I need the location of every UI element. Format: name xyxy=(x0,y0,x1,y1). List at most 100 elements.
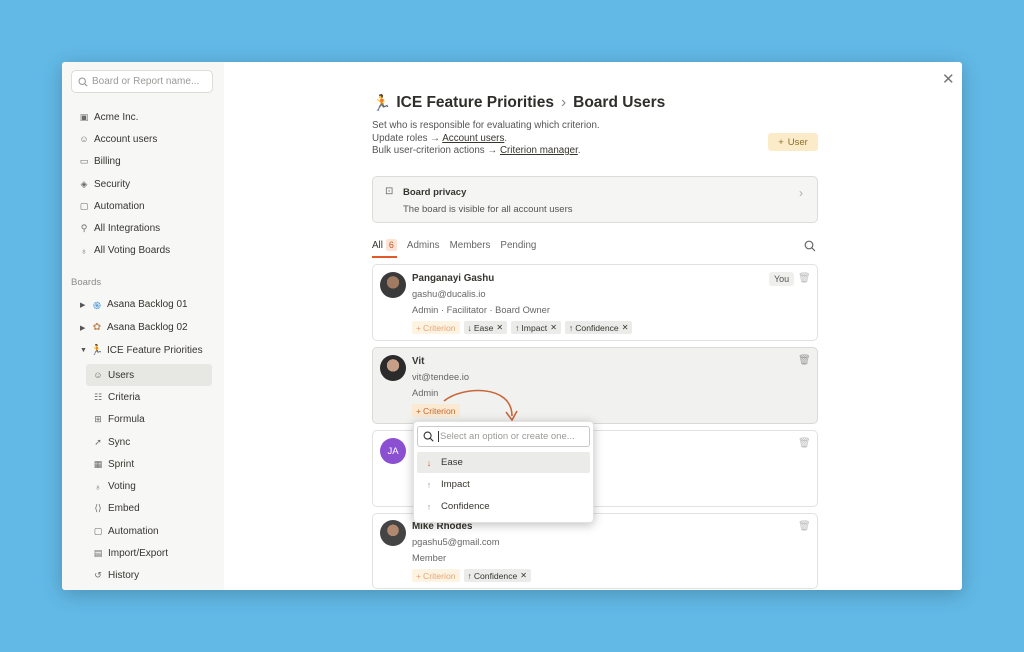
close-icon[interactable]: ✕ xyxy=(942,70,955,88)
arrow-up-icon: ↑ xyxy=(515,322,520,333)
remove-icon[interactable]: ✕ xyxy=(520,571,527,580)
board-item-asana-02[interactable]: ▶ ✿ Asana Backlog 02 xyxy=(62,316,224,339)
collapse-triangle-icon[interactable]: ▼ xyxy=(80,347,90,354)
subnav-formula[interactable]: ⊞ Formula xyxy=(62,409,224,431)
privacy-title: Board privacy xyxy=(403,187,467,198)
trash-icon[interactable]: 🗑 xyxy=(798,521,811,532)
formula-icon: ⊞ xyxy=(94,414,102,425)
add-criterion-button[interactable]: + Criterion xyxy=(412,321,460,334)
bulb-icon: ♁ xyxy=(94,481,102,492)
user-name: Panganayi Gashu xyxy=(412,273,495,284)
arrow-down-icon: ↓ xyxy=(467,322,472,333)
criterion-search-input[interactable]: Select an option or create one... xyxy=(417,426,590,447)
criteria-tags: + Criterion ↓ Ease ✕ ↑ Impact ✕ ↑ Confidence ✕ xyxy=(412,321,636,334)
sidebar-item-all-integrations[interactable]: ⚲ All Integrations xyxy=(62,217,224,239)
criterion-tag-impact: ↑ Impact ✕ xyxy=(511,321,561,334)
sidebar-item-security[interactable]: ◈ Security xyxy=(62,173,224,195)
card-icon: ▭ xyxy=(79,156,89,167)
subnav-sync[interactable]: ➚ Sync xyxy=(62,431,224,453)
expand-triangle-icon[interactable]: ▶ xyxy=(80,301,90,309)
board-item-ice-feature-priorities[interactable]: ▼ 🏃 ICE Feature Priorities xyxy=(62,339,224,362)
subnav-history[interactable]: ↺ History xyxy=(62,565,224,587)
trash-icon[interactable]: 🗑 xyxy=(798,355,811,366)
subnav-sprint[interactable]: ▦ Sprint xyxy=(62,453,224,475)
runner-icon: 🏃 xyxy=(90,345,104,356)
arrow-up-icon: ↑ xyxy=(426,479,432,490)
csv-icon: ▤ xyxy=(93,548,103,559)
runner-icon: 🏃 xyxy=(372,94,392,112)
subnav-import-export[interactable]: ▤ Import/Export xyxy=(62,542,224,564)
remove-icon[interactable]: ✕ xyxy=(622,323,629,332)
option-ease[interactable]: ↓ Ease xyxy=(417,452,590,473)
add-user-button[interactable]: + User xyxy=(768,133,818,151)
avatar: JA xyxy=(380,438,406,464)
board-item-asana-01[interactable]: ▶ ֍ Asana Backlog 01 xyxy=(62,293,224,316)
search-icon[interactable] xyxy=(804,240,816,252)
remove-icon[interactable]: ✕ xyxy=(550,323,557,332)
subnav-embed[interactable]: ⟨⟩ Embed xyxy=(62,498,224,520)
expand-triangle-icon[interactable]: ▶ xyxy=(80,324,90,332)
lock-icon: ⊡ xyxy=(385,186,394,197)
subnav-users[interactable]: ☺ Users xyxy=(86,364,212,387)
subnav-criteria[interactable]: ☷ Criteria xyxy=(62,386,224,408)
user-card[interactable]: Panganayi Gashu gashu@ducalis.io Admin ·… xyxy=(372,264,818,341)
settings-window: Board or Report name... ▣ Acme Inc. ☺ Acco… xyxy=(62,62,962,590)
subnav-voting[interactable]: ♁ Voting xyxy=(62,475,224,497)
account-nav: ▣ Acme Inc. ☺ Account users ▭ Billing ◈ Secu… xyxy=(62,106,224,262)
sidebar-item-acme[interactable]: ▣ Acme Inc. xyxy=(62,106,224,128)
tab-all[interactable]: All 6 xyxy=(372,239,397,258)
subnav-automation[interactable]: ▢ Automation xyxy=(62,520,224,542)
sidebar-item-billing[interactable]: ▭ Billing xyxy=(62,151,224,173)
chevron-right-icon: › xyxy=(560,94,567,111)
user-filter-tabs: All 6 Admins Members Pending xyxy=(372,239,818,258)
option-impact[interactable]: ↑ Impact xyxy=(417,474,590,495)
breadcrumb-page: Board Users xyxy=(573,94,666,111)
account-users-link[interactable]: Account users xyxy=(442,133,504,144)
avatar xyxy=(380,520,406,546)
breadcrumb-board[interactable]: ICE Feature Priorities xyxy=(396,94,554,112)
board-subnav: ☺ Users ☷ Criteria ⊞ Formula ➚ Sync ▦ Sprint … xyxy=(62,364,224,587)
page-title: 🏃 ICE Feature Priorities › Board Users xyxy=(372,92,818,114)
plus-icon: + xyxy=(416,322,422,333)
board-search-input[interactable]: Board or Report name... xyxy=(71,70,213,93)
tab-pending[interactable]: Pending xyxy=(500,240,536,258)
criterion-tag-confidence: ↑ Confidence ✕ xyxy=(463,569,531,582)
plus-icon: + xyxy=(416,405,422,416)
plus-icon: + xyxy=(416,570,422,581)
arrow-up-icon: ↑ xyxy=(467,570,472,581)
remove-icon[interactable]: ✕ xyxy=(496,323,503,332)
boards-section-label: Boards xyxy=(71,277,102,288)
tab-members[interactable]: Members xyxy=(450,240,491,258)
plus-icon: + xyxy=(778,136,784,148)
code-icon: ⟨⟩ xyxy=(94,503,102,514)
user-email: pgashu5@gmail.com xyxy=(412,537,500,547)
users-icon: ☺ xyxy=(93,370,103,381)
main-content: 🏃 ICE Feature Priorities › Board Users S… xyxy=(372,92,818,589)
shield-icon: ◈ xyxy=(80,178,88,189)
user-card[interactable]: Mike Rhodes pgashu5@gmail.com Member + Cr… xyxy=(372,513,818,589)
option-confidence[interactable]: ↑ Confidence xyxy=(417,496,590,517)
criterion-manager-link[interactable]: Criterion manager xyxy=(500,145,578,156)
users-icon: ☺ xyxy=(79,134,89,145)
trash-icon[interactable]: 🗑 xyxy=(798,438,811,449)
add-criterion-button[interactable]: + Criterion xyxy=(412,569,460,582)
tab-count-badge: 6 xyxy=(385,239,397,251)
sidebar-item-account-users[interactable]: ☺ Account users xyxy=(62,128,224,150)
text-cursor xyxy=(438,431,439,442)
search-icon xyxy=(423,431,434,442)
sidebar-item-automation[interactable]: ▢ Automation xyxy=(62,195,224,217)
chevron-right-icon: › xyxy=(799,186,803,200)
avatar xyxy=(380,355,406,381)
user-card[interactable]: Vit vit@tendee.io Admin + Criterion 🗑 xyxy=(372,347,818,424)
arrow-up-icon: ↑ xyxy=(426,501,432,512)
arrow-down-icon: ↓ xyxy=(426,457,432,468)
trash-icon[interactable]: 🗑 xyxy=(798,273,811,284)
arrow-up-icon: ↑ xyxy=(568,322,574,333)
tab-admins[interactable]: Admins xyxy=(407,240,440,258)
privacy-subtitle: The board is visible for all account use… xyxy=(403,204,573,215)
sidebar: Board or Report name... ▣ Acme Inc. ☺ Acco… xyxy=(62,62,224,590)
robot-icon: ▢ xyxy=(79,200,89,211)
board-privacy-panel[interactable]: ⊡ Board privacy The board is visible for… xyxy=(372,176,818,223)
history-icon: ↺ xyxy=(94,570,102,581)
sidebar-item-all-voting-boards[interactable]: ♁ All Voting Boards xyxy=(62,240,224,262)
